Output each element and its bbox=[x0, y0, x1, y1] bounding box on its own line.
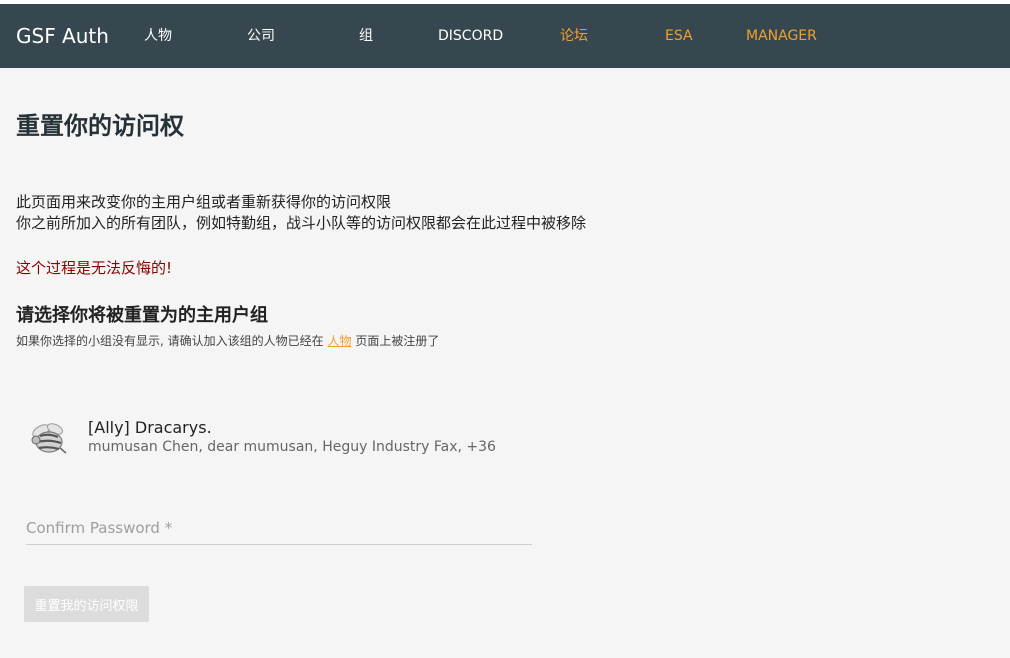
irreversible-warning: 这个过程是无法反悔的! bbox=[16, 259, 173, 277]
nav-item-characters[interactable]: 人物 bbox=[144, 4, 172, 68]
top-navbar: GSF Auth 人物 公司 组 DISCORD 论坛 ESA MANAGER bbox=[0, 4, 1010, 68]
group-members: mumusan Chen, dear mumusan, Heguy Indust… bbox=[88, 439, 496, 455]
main-content: 重置你的访问权 此页面用来改变你的主用户组或者重新获得你的访问权限 你之前所加入… bbox=[0, 68, 1010, 658]
group-name: [Ally] Dracarys. bbox=[88, 418, 212, 437]
description-line-2: 你之前所加入的所有团队，例如特勤组，战斗小队等的访问权限都会在此过程中被移除 bbox=[16, 214, 587, 232]
hint-text-before: 如果你选择的小组没有显示, 请确认加入该组的人物已经在 bbox=[16, 334, 324, 348]
reset-access-button[interactable]: 重置我的访问权限 bbox=[24, 586, 149, 622]
nav-item-corporations[interactable]: 公司 bbox=[247, 4, 275, 68]
hint-text-after: 页面上被注册了 bbox=[355, 334, 440, 348]
characters-link[interactable]: 人物 bbox=[327, 334, 351, 348]
bee-logo-icon bbox=[26, 418, 70, 462]
description-line-1: 此页面用来改变你的主用户组或者重新获得你的访问权限 bbox=[16, 193, 392, 211]
page-title: 重置你的访问权 bbox=[16, 112, 184, 140]
group-hint: 如果你选择的小组没有显示, 请确认加入该组的人物已经在 人物 页面上被注册了 bbox=[16, 332, 439, 349]
nav-item-forum[interactable]: 论坛 bbox=[560, 4, 588, 68]
group-option[interactable]: [Ally] Dracarys. mumusan Chen, dear mumu… bbox=[26, 416, 526, 464]
confirm-password-field bbox=[26, 514, 532, 545]
nav-item-esa[interactable]: ESA bbox=[665, 4, 693, 68]
select-group-heading: 请选择你将被重置为的主用户组 bbox=[16, 305, 268, 326]
nav-item-groups[interactable]: 组 bbox=[359, 4, 373, 68]
confirm-password-input[interactable] bbox=[26, 514, 532, 542]
nav-item-manager[interactable]: MANAGER bbox=[746, 4, 817, 68]
brand-link[interactable]: GSF Auth bbox=[16, 4, 109, 68]
nav-item-discord[interactable]: DISCORD bbox=[438, 4, 503, 68]
